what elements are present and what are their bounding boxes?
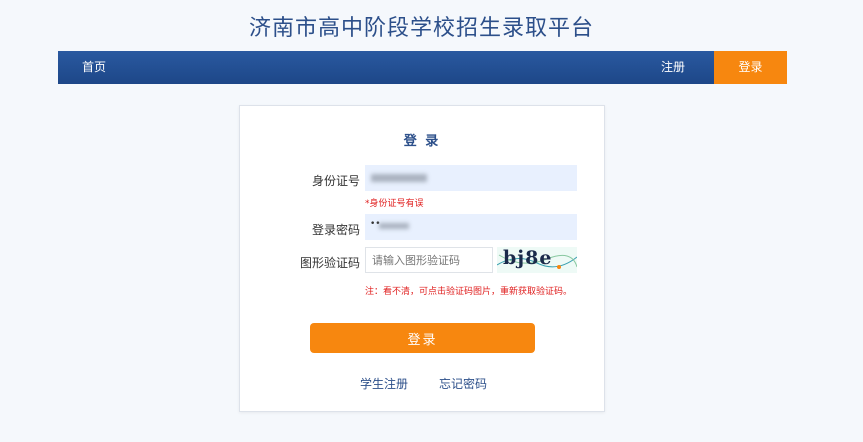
captcha-text: bj8e <box>503 247 553 269</box>
password-redacted <box>379 223 409 229</box>
site-title: 济南市高中阶段学校招生录取平台 <box>248 16 594 41</box>
student-register-link[interactable]: 学生注册 <box>360 375 408 392</box>
nav-login[interactable]: 登录 <box>714 51 787 84</box>
id-number-error: *身份证号有误 <box>365 199 424 209</box>
captcha-hint: 注：看不清，可点击验证码图片，重新获取验证码。 <box>365 287 573 297</box>
login-title: 登 录 <box>403 134 441 149</box>
login-card: 登 录 身份证号 *身份证号有误 登录密码 •• 图形验证码 bj8e 注：看不… <box>239 105 605 412</box>
captcha-image[interactable]: bj8e <box>497 247 577 273</box>
login-button[interactable]: 登录 <box>310 323 535 353</box>
captcha-input[interactable] <box>365 247 493 273</box>
nav-register[interactable]: 注册 <box>653 51 693 84</box>
id-number-redacted <box>371 174 427 182</box>
nav-home[interactable]: 首页 <box>74 51 114 84</box>
top-navbar: 首页 注册 登录 <box>58 51 787 84</box>
password-input[interactable]: •• <box>365 214 577 240</box>
id-number-label: 身份证号 <box>311 174 360 188</box>
password-label: 登录密码 <box>311 223 360 237</box>
captcha-label: 图形验证码 <box>299 256 360 270</box>
forgot-password-link[interactable]: 忘记密码 <box>439 375 487 392</box>
id-number-input[interactable] <box>365 165 577 191</box>
